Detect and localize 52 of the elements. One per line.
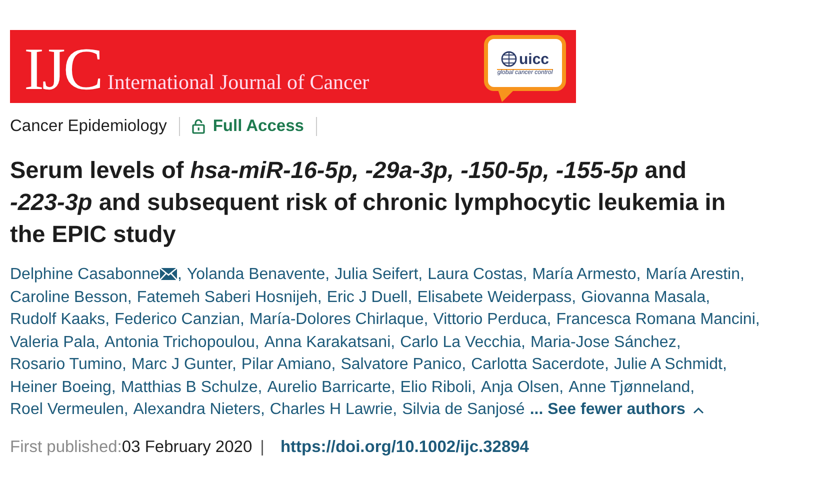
author-link[interactable]: Eric J Duell, [326, 288, 412, 306]
author-link[interactable]: Giovanna Masala, [581, 288, 710, 306]
author-link[interactable]: Anne Tjønneland, [568, 378, 695, 396]
journal-name: International Journal of Cancer [107, 70, 370, 94]
author-link[interactable]: Heiner Boeing, [10, 378, 116, 396]
article-section: Cancer Epidemiology [10, 117, 180, 136]
author-link[interactable]: Carlotta Sacerdote, [471, 356, 609, 373]
author-link[interactable]: Vittorio Perduca, [433, 311, 552, 328]
doi-link[interactable]: https://doi.org/10.1002/ijc.32894 [280, 438, 529, 456]
author-link[interactable]: Julia Seifert, [334, 266, 423, 283]
author-link[interactable]: Rudolf Kaaks, [10, 311, 110, 328]
author-link[interactable]: Marc J Gunter, [132, 356, 236, 373]
author-link[interactable]: Rosario Tumino, [10, 356, 126, 373]
author-link[interactable]: Laura Costas, [428, 266, 528, 283]
author-link[interactable]: Alexandra Nieters, [133, 401, 265, 418]
author-link[interactable]: Pilar Amiano, [241, 356, 336, 373]
author-link[interactable]: Yolanda Benavente, [186, 266, 330, 283]
author-link[interactable]: Valeria Pala, [10, 334, 100, 350]
author-link[interactable]: Charles H Lawrie, [270, 401, 398, 418]
author-link[interactable]: Francesca Romana Mancini, [556, 311, 760, 328]
author-link[interactable]: Carlo La Vecchia, [400, 334, 526, 350]
globe-icon [500, 51, 517, 67]
author-link[interactable]: María-Dolores Chirlaque, [249, 311, 428, 328]
see-fewer-authors-button[interactable]: ... See fewer authors [530, 399, 704, 422]
author-link[interactable]: Antonia Trichopoulou, [104, 334, 260, 350]
author-link[interactable]: Maria-Jose Sánchez, [530, 334, 681, 350]
published-date: 03 February 2020 [122, 438, 252, 456]
separator: | [260, 438, 264, 456]
journal-logo: IJC [24, 38, 102, 98]
author-link[interactable]: Matthias B Schulze, [120, 378, 262, 396]
published-label: First published: [10, 438, 122, 456]
author-link[interactable]: Delphine Casabonne [10, 266, 160, 283]
author-link[interactable]: Elisabete Weiderpass, [417, 288, 576, 306]
access-label: Full Access [212, 117, 304, 136]
author-link[interactable]: Caroline Besson, [10, 288, 132, 306]
author-link[interactable]: Julie A Schmidt, [614, 356, 727, 373]
partner-name: uicc [518, 50, 549, 68]
author-link[interactable]: María Armesto, [532, 266, 641, 283]
author-link[interactable]: Anja Olsen, [480, 378, 564, 396]
author-link[interactable]: Federico Canzian, [114, 311, 244, 328]
separator: , [177, 266, 182, 283]
author-link[interactable]: Silvia de Sanjosé [402, 401, 525, 418]
author-link[interactable]: Salvatore Panico, [340, 356, 466, 373]
author-link[interactable]: Anna Karakatsani, [264, 334, 396, 350]
author-link[interactable]: Elio Riboli, [400, 378, 476, 396]
lock-icon [192, 119, 205, 134]
article-title: Serum levels of hsa-miR-16-5p, -29a-3p, -150-5p, -155-5p and -223-3p and subsequent risk of chronic lymphocytic leukemia in the EPIC study [10, 156, 727, 249]
author-link[interactable]: Fatemeh Saberi Hosnijeh, [136, 288, 322, 306]
author-link[interactable]: Roel Vermeulen, [10, 401, 128, 418]
mail-icon[interactable] [160, 268, 178, 280]
author-link[interactable]: Aurelio Barricarte, [267, 378, 396, 396]
author-link[interactable]: María Arestin, [646, 266, 744, 283]
